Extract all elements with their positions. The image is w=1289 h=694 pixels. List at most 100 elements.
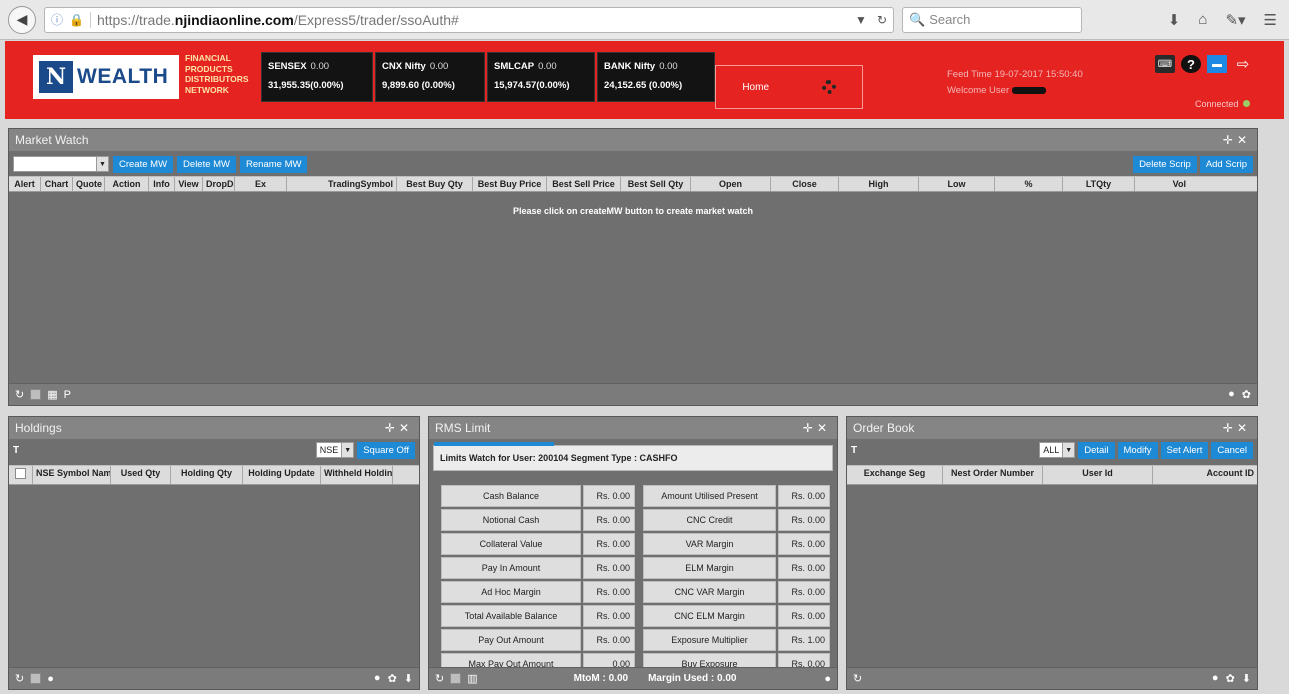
col-header[interactable]: View (175, 177, 203, 191)
cancel-button[interactable]: Cancel (1211, 441, 1253, 459)
checkbox[interactable] (450, 673, 462, 684)
reload-icon[interactable]: ↻ (877, 13, 887, 27)
ticker-sensex[interactable]: SENSEX 0.00 31,955.35(0.00%) (261, 52, 373, 102)
menu-icon[interactable]: ☰ (1264, 11, 1277, 29)
filter-icon[interactable]: T (13, 445, 19, 456)
set-alert-button[interactable]: Set Alert (1160, 441, 1209, 459)
panel-controls[interactable]: ✛✕ (385, 421, 413, 435)
col-header[interactable]: Holding Qty (171, 466, 243, 484)
market-watch-header: Alert Chart Quote Action Info View DropD… (9, 176, 1257, 192)
col-header[interactable]: Alert (9, 177, 41, 191)
download-icon[interactable]: ⬇ (1168, 11, 1181, 29)
monitor-icon[interactable]: ▬ (1207, 55, 1227, 73)
col-header[interactable]: Ex (235, 177, 287, 191)
filter-icon[interactable]: T (851, 445, 857, 456)
refresh-icon[interactable]: ↻ (15, 672, 24, 685)
dropdown-arrow-icon[interactable]: ▼ (855, 13, 867, 27)
info-icon[interactable]: ⓘ (51, 11, 63, 28)
create-mw-button[interactable]: Create MW (113, 155, 174, 173)
rms-limit-panel: RMS Limit ✛✕ Limits Watch for User: 2001… (428, 416, 838, 690)
col-header[interactable]: Withheld Holding (321, 466, 393, 484)
rms-value: Rs. 0.00 (778, 581, 830, 603)
col-header[interactable]: Exchange Seg (847, 466, 943, 484)
url-bar[interactable]: ⓘ 🔒 https://trade.njindiaonline.com/Expr… (44, 6, 894, 33)
detail-button[interactable]: Detail (1078, 441, 1115, 459)
grid-icon[interactable]: ▦ (47, 388, 57, 401)
checkbox[interactable] (30, 673, 42, 684)
ticker-smlcap[interactable]: SMLCAP 0.00 15,974.57(0.00%) (487, 52, 595, 102)
col-header[interactable]: Close (771, 177, 839, 191)
col-header[interactable]: % (995, 177, 1063, 191)
help-icon[interactable]: ● (1228, 388, 1235, 401)
ticker-bank-nifty[interactable]: BANK Nifty 0.00 24,152.65 (0.00%) (597, 52, 715, 102)
col-header[interactable]: DropD (203, 177, 235, 191)
home-link[interactable]: Home (742, 82, 769, 93)
gear-icon[interactable]: ✿ (388, 672, 397, 685)
col-header[interactable]: Best Buy Qty (397, 177, 473, 191)
market-watch-select[interactable]: ▼ (13, 156, 109, 172)
col-header[interactable]: Nest Order Number (943, 466, 1043, 484)
help-icon[interactable]: ? (1181, 55, 1201, 73)
refresh-icon[interactable]: ↻ (15, 388, 24, 401)
col-header[interactable]: Best Sell Qty (621, 177, 691, 191)
keyboard-icon[interactable]: ⌨ (1155, 55, 1175, 73)
select-all-checkbox[interactable] (15, 468, 26, 479)
col-header[interactable]: Holding Update (243, 466, 321, 484)
help-icon[interactable]: ● (1212, 672, 1219, 685)
mtom-value: MtoM : 0.00 (573, 673, 629, 684)
order-filter-select[interactable]: ALL ▼ (1039, 442, 1076, 458)
col-header[interactable]: High (839, 177, 919, 191)
help-icon[interactable]: ● (824, 673, 831, 685)
rms-label: Pay Out Amount (441, 629, 581, 651)
refresh-icon[interactable]: ↻ (435, 672, 444, 685)
holdings-header: NSE Symbol Name Used Qty Holding Qty Hol… (9, 465, 419, 485)
download-icon[interactable]: ⬇ (1242, 672, 1251, 685)
logout-icon[interactable]: ⇨ (1233, 55, 1253, 73)
col-header[interactable]: Used Qty (111, 466, 171, 484)
col-header[interactable]: User Id (1043, 466, 1153, 484)
panel-controls[interactable]: ✛✕ (1223, 421, 1251, 435)
col-header[interactable]: Vol (1135, 177, 1189, 191)
settings-icon[interactable]: ✿ (1242, 388, 1251, 401)
rms-value: Rs. 0.00 (583, 485, 635, 507)
rename-mw-button[interactable]: Rename MW (240, 155, 308, 173)
col-header[interactable]: NSE Symbol Name (33, 466, 111, 484)
col-header[interactable]: Account ID (1153, 466, 1257, 484)
chart-icon[interactable]: ▥ (467, 672, 477, 685)
settings-icon[interactable]: ● (47, 673, 54, 685)
col-header[interactable]: Quote (73, 177, 105, 191)
col-header[interactable]: Open (691, 177, 771, 191)
checkbox[interactable] (30, 389, 42, 400)
search-input[interactable]: 🔍 Search (902, 6, 1082, 33)
exchange-select[interactable]: NSE ▼ (315, 442, 355, 458)
panel-controls[interactable]: ✛✕ (803, 421, 831, 435)
delete-mw-button[interactable]: Delete MW (177, 155, 237, 173)
col-header[interactable]: LTQty (1063, 177, 1135, 191)
gear-icon[interactable] (821, 80, 836, 94)
panel-controls[interactable]: ✛✕ (1223, 133, 1251, 147)
col-header[interactable]: Best Sell Price (547, 177, 621, 191)
col-header[interactable]: TradingSymbol (287, 177, 397, 191)
col-header[interactable]: Action (105, 177, 149, 191)
modify-button[interactable]: Modify (1117, 441, 1158, 459)
download-icon[interactable]: ⬇ (404, 672, 413, 685)
pin-icon[interactable]: P (64, 389, 71, 401)
col-header[interactable]: Low (919, 177, 995, 191)
square-off-button[interactable]: Square Off (357, 441, 415, 459)
rms-value: Rs. 0.00 (778, 509, 830, 531)
delete-scrip-button[interactable]: Delete Scrip (1133, 155, 1197, 173)
home-icon[interactable]: ⌂ (1198, 11, 1207, 29)
refresh-icon[interactable]: ↻ (853, 672, 862, 685)
back-button[interactable]: ◀ (8, 5, 36, 34)
col-header[interactable]: Chart (41, 177, 73, 191)
back-arrow-icon: ◀ (16, 11, 28, 27)
addon-icon[interactable]: ✎▾ (1225, 11, 1245, 29)
welcome-text: Welcome User (947, 85, 1010, 96)
add-scrip-button[interactable]: Add Scrip (1199, 155, 1253, 173)
ticker-cnx-nifty[interactable]: CNX Nifty 0.00 9,899.60 (0.00%) (375, 52, 485, 102)
lock-icon: 🔒 (69, 12, 84, 27)
col-header[interactable]: Best Buy Price (473, 177, 547, 191)
gear-icon[interactable]: ✿ (1226, 672, 1235, 685)
col-header[interactable]: Info (149, 177, 175, 191)
help-icon[interactable]: ● (374, 672, 381, 685)
